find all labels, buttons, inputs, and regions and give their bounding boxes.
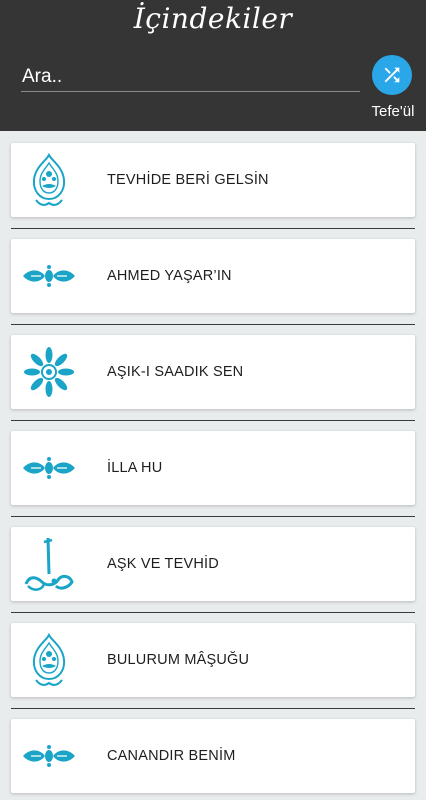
list-item-title: AŞK VE TEVHİD xyxy=(107,556,219,572)
list-item-title: BULURUM MÂŞUĞU xyxy=(107,652,250,668)
list-item-title: AŞIK-I SAADIK SEN xyxy=(107,364,244,380)
floral-ornament-icon xyxy=(21,437,77,499)
rosette-ornament-icon xyxy=(21,341,77,403)
floral-ornament-icon xyxy=(21,245,77,307)
list-item[interactable]: AHMED YAŞAR’IN xyxy=(11,239,415,313)
list-item-title: TEVHİDE BERİ GELSİN xyxy=(107,172,269,188)
list-item-title: CANANDIR BENİM xyxy=(107,748,236,764)
floral-ornament-icon xyxy=(21,725,77,787)
page-title: İçindekiler xyxy=(133,2,293,35)
list-item[interactable]: AŞK VE TEVHİD xyxy=(11,527,415,601)
list-item[interactable]: AŞIK-I SAADIK SEN xyxy=(11,335,415,409)
divider xyxy=(11,708,415,709)
list-item-title: İLLA HU xyxy=(107,460,163,476)
divider xyxy=(11,516,415,517)
list-item-title: AHMED YAŞAR’IN xyxy=(107,268,232,284)
list-item[interactable]: BULURUM MÂŞUĞU xyxy=(11,623,415,697)
list-item[interactable]: CANANDIR BENİM xyxy=(11,719,415,793)
calligraphy-teardrop-icon xyxy=(21,149,77,211)
list-item[interactable]: İLLA HU xyxy=(11,431,415,505)
search-input[interactable] xyxy=(21,62,360,92)
divider xyxy=(11,612,415,613)
divider xyxy=(11,228,415,229)
app-header: İçindekiler Tefe'ül xyxy=(0,0,426,131)
divider xyxy=(11,420,415,421)
calligraphy-teardrop-icon xyxy=(21,629,77,691)
shuffle-icon xyxy=(384,67,400,83)
list-item[interactable]: TEVHİDE BERİ GELSİN xyxy=(11,143,415,217)
calligraphy-hu-icon xyxy=(21,533,77,595)
shuffle-button[interactable] xyxy=(372,55,412,95)
divider xyxy=(11,324,415,325)
shuffle-label: Tefe'ül xyxy=(371,103,415,120)
